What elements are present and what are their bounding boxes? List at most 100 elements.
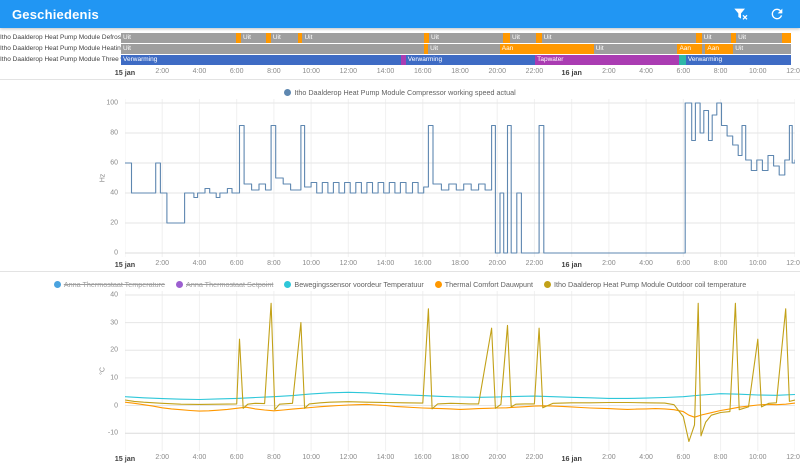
timeline-segment-uit[interactable]: Uit [509, 32, 537, 43]
axis-tick: 2:00 [155, 68, 170, 75]
axis-tick: 4:00 [192, 260, 207, 267]
y-axis-label: 20 [110, 219, 118, 227]
axis-tick: 6:00 [676, 454, 691, 461]
temperature-chart-plot[interactable]: -10 0 10 20 30 40 °C [0, 291, 800, 451]
legend-item[interactable]: Itho Daalderop Heat Pump Module Outdoor … [544, 280, 746, 289]
y-axis-label: 20 [110, 346, 118, 354]
axis-tick: 16:00 [414, 454, 432, 461]
axis-tick: 20:00 [488, 260, 506, 267]
timeline-section: Itho Daalderop Heat Pump Module Defrost U… [0, 28, 800, 80]
axis-tick: 4:00 [639, 260, 653, 267]
legend-dot [176, 280, 184, 288]
timeline-segment-aan[interactable]: Aan [677, 43, 702, 54]
y-axis-label: 60 [110, 159, 118, 167]
axis-tick: 16 jan [561, 68, 582, 77]
axis-tick: 10:00 [302, 454, 320, 461]
axis-tick: 16 jan [561, 260, 582, 269]
y-axis-label: 10 [110, 374, 118, 382]
legend-item[interactable]: Bewegingssensor voordeur Temperatuur [284, 279, 424, 289]
axis-tick: 18:00 [451, 454, 469, 461]
refresh-button[interactable] [766, 3, 788, 25]
y-axis-label: 30 [110, 319, 118, 327]
axis-tick: 2:00 [602, 68, 616, 75]
axis-tick: 22:00 [525, 68, 544, 75]
timeline-segment-uit[interactable]: Uit [428, 43, 500, 54]
y-axis-label: 40 [110, 189, 118, 197]
timeline-row: Itho Daalderop Heat Pump Module Defrost U… [0, 32, 800, 43]
legend-item[interactable]: Thermal Comfort Dauwpunt [434, 279, 534, 289]
axis-tick: 6:00 [229, 454, 244, 461]
legend-item[interactable]: Anna Thermostaat Temperature [53, 280, 165, 289]
timeline-segment-verwarming[interactable]: Verwarming [685, 54, 791, 65]
axis-tick: 8:00 [267, 68, 281, 75]
refresh-icon [771, 8, 783, 20]
timeline-segment-verwarming[interactable]: Verwarming [121, 54, 402, 65]
timeline-segment-uit[interactable]: Uit [541, 32, 697, 43]
axis-tick: 18:00 [451, 68, 469, 75]
axis-tick: 22:00 [525, 260, 544, 267]
timeline-segment-aan[interactable]: Aan [705, 43, 734, 54]
timeline-segment-uit[interactable]: Uit [593, 43, 678, 54]
axis-tick: 8:00 [267, 454, 281, 461]
legend-item[interactable]: Anna Thermostaat Setpoint [176, 280, 273, 289]
timeline-row: Itho Daalderop Heat Pump Module Heating … [0, 43, 800, 54]
axis-tick: 10:00 [302, 68, 320, 75]
y-axis-label: 0 [114, 402, 118, 410]
timeline-segment-uit[interactable]: Uit [733, 43, 791, 54]
legend-dot [284, 280, 292, 288]
legend-dot [434, 280, 442, 288]
filter-button[interactable] [730, 3, 752, 25]
timeline-segment-tapwater[interactable]: Tapwater [535, 54, 680, 65]
timeline-segment-uit[interactable]: Uit [121, 43, 425, 54]
timeline-entity-label: Itho Daalderop Heat Pump Module Defrost [0, 34, 121, 41]
timeline-entity-label: Itho Daalderop Heat Pump Module Heating … [0, 45, 121, 52]
legend-label: Bewegingssensor voordeur Temperatuur [294, 279, 424, 289]
axis-tick: 15 jan [114, 260, 136, 269]
compressor-chart-legend: Itho Daalderop Heat Pump Module Compress… [0, 85, 800, 99]
compressor-time-axis: 15 jan 2:00 4:00 6:00 8:00 10:00 12:00 14:00 16:… [0, 257, 800, 271]
timeline-segment-blank[interactable] [679, 54, 686, 65]
timeline-segment-uit[interactable]: Uit [270, 32, 298, 43]
axis-tick: 8:00 [713, 454, 728, 461]
axis-tick: 20:00 [488, 68, 506, 75]
axis-tick: 14:00 [376, 260, 395, 267]
legend-dot [544, 280, 552, 288]
axis-tick: 6:00 [676, 68, 691, 75]
timeline-segment-uit[interactable]: Uit [736, 32, 782, 43]
legend-label: Thermal Comfort Dauwpunt [444, 279, 534, 289]
axis-tick: 15 jan [114, 68, 136, 77]
axis-tick: 18:00 [451, 260, 469, 267]
legend-dot [284, 88, 292, 96]
axis-tick: 10:00 [749, 68, 767, 75]
timeline-segment-uit[interactable]: Uit [241, 32, 267, 43]
axis-tick: 6:00 [676, 260, 691, 267]
timeline-segment-verwarming[interactable]: Verwarming [405, 54, 536, 65]
axis-tick: 10:00 [302, 260, 320, 267]
y-axis-label: 80 [110, 129, 118, 137]
axis-tick: 4:00 [639, 454, 653, 461]
timeline-segment-uit[interactable]: Uit [429, 32, 504, 43]
app-header: Geschiedenis [0, 0, 800, 28]
axis-tick: 12:00 [786, 68, 800, 75]
timeline-segment-uit[interactable]: Uit [701, 32, 731, 43]
timeline-segment-uit[interactable]: Uit [302, 32, 425, 43]
temperature-chart-section: Anna Thermostaat Temperature Anna Thermos… [0, 277, 800, 465]
compressor-line-chart[interactable] [125, 99, 795, 257]
history-page: { "header": { "title": "Geschiedenis", "… [0, 0, 800, 475]
timeline-segment-aan[interactable] [503, 32, 510, 43]
axis-tick: 12:00 [786, 454, 800, 461]
axis-tick: 2:00 [602, 454, 616, 461]
timeline-time-axis: 15 jan 2:00 4:00 6:00 8:00 10:00 12:00 14:00 16:… [0, 65, 800, 79]
timeline-segment-uit[interactable]: Uit [121, 32, 237, 43]
y-axis-label: -10 [107, 429, 118, 437]
filter-remove-icon [734, 8, 748, 20]
page-title: Geschiedenis [12, 6, 99, 22]
compressor-chart-plot[interactable]: 0 20 40 60 80 100 Hz [0, 99, 800, 257]
timeline-segment-aan[interactable]: Aan [499, 43, 594, 54]
temperature-line-chart[interactable] [125, 291, 795, 451]
legend-item-compressor[interactable]: Itho Daalderop Heat Pump Module Compress… [284, 88, 516, 97]
timeline-segment-aan[interactable] [781, 32, 791, 43]
axis-tick: 4:00 [192, 68, 207, 75]
axis-tick: 16:00 [414, 68, 432, 75]
axis-tick: 4:00 [639, 68, 653, 75]
